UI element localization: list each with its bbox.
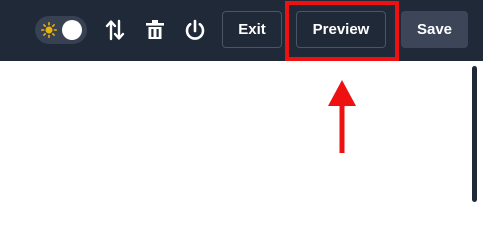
delete-button[interactable] [144, 18, 166, 42]
power-button[interactable] [184, 18, 206, 42]
up-arrow-annotation [328, 80, 356, 153]
trash-icon [146, 20, 164, 39]
exit-button[interactable]: Exit [222, 11, 282, 48]
toggle-knob [62, 20, 82, 40]
preview-highlight-box [285, 1, 399, 61]
save-button[interactable]: Save [401, 11, 468, 48]
top-toolbar: Exit Preview Save [0, 0, 483, 61]
sort-arrows-icon [105, 19, 125, 41]
power-icon [185, 19, 205, 40]
vertical-scrollbar[interactable] [472, 66, 477, 202]
theme-toggle[interactable] [35, 16, 87, 44]
sort-button[interactable] [104, 18, 126, 42]
sun-icon [41, 22, 57, 38]
